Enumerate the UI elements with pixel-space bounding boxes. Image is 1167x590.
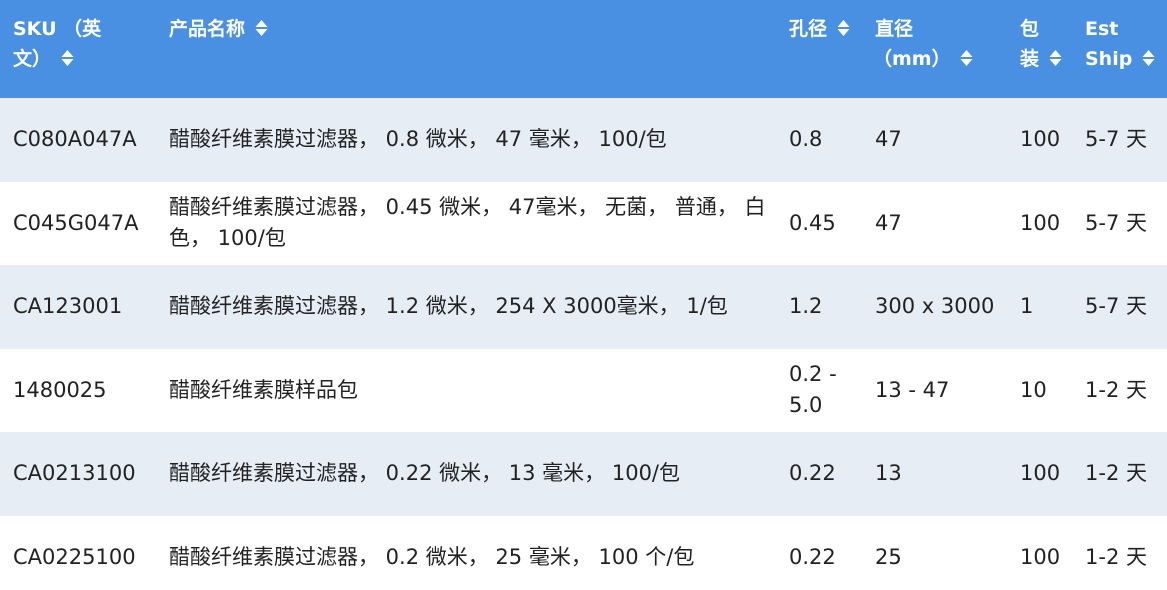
product-name-cell[interactable]: 醋酸纤维素膜过滤器， 0.22 微米， 13 毫米， 100/包 xyxy=(169,432,789,516)
est-ship-cell: 1-2 天 xyxy=(1085,377,1147,402)
table-row: CA123001 醋酸纤维素膜过滤器， 1.2 微米， 254 X 3000毫米… xyxy=(0,265,1167,349)
sort-up-down-icon[interactable] xyxy=(255,19,268,37)
diameter-cell: 47 xyxy=(875,210,902,235)
table-row: C080A047A 醋酸纤维素膜过滤器， 0.8 微米， 47 毫米， 100/… xyxy=(0,98,1167,182)
sort-up-down-icon[interactable] xyxy=(1142,49,1155,67)
est-ship-cell: 1-2 天 xyxy=(1085,544,1147,569)
pack-cell: 100 xyxy=(1020,544,1061,569)
sku-cell[interactable]: C045G047A xyxy=(0,182,169,266)
est-ship-cell: 5-7 天 xyxy=(1085,210,1147,235)
table-row: C045G047A 醋酸纤维素膜过滤器， 0.45 微米， 47毫米， 无菌， … xyxy=(0,181,1167,266)
sku-cell[interactable]: 1480025 xyxy=(0,349,169,433)
pore-size-cell: 0.22 xyxy=(789,461,836,486)
pack-cell: 10 xyxy=(1020,377,1047,402)
header-diameter[interactable]: 直径 （mm） xyxy=(873,0,1020,98)
table-header-row: SKU （英 文） 产品名称 孔径 直径 （mm） 包 装 Est Ship xyxy=(0,0,1167,98)
diameter-cell: 47 xyxy=(875,127,902,152)
header-pack-label-1: 包 xyxy=(1020,18,1040,40)
pack-cell: 100 xyxy=(1020,210,1061,235)
sku-cell[interactable]: C080A047A xyxy=(0,98,169,182)
pack-cell: 1 xyxy=(1020,294,1034,319)
est-ship-cell: 5-7 天 xyxy=(1085,294,1147,319)
header-est-ship-label-1: Est xyxy=(1085,18,1119,40)
header-sku-label-2: 文） xyxy=(13,48,52,70)
sku-cell[interactable]: CA0225100 xyxy=(0,516,169,590)
header-pore-size[interactable]: 孔径 xyxy=(789,0,875,98)
header-diameter-label-1: 直径 xyxy=(875,18,914,40)
header-est-ship[interactable]: Est Ship xyxy=(1085,0,1167,98)
header-product-name[interactable]: 产品名称 xyxy=(169,0,789,98)
header-pack[interactable]: 包 装 xyxy=(1020,0,1085,98)
est-ship-cell: 1-2 天 xyxy=(1085,461,1147,486)
sort-up-down-icon[interactable] xyxy=(61,49,74,67)
product-name-cell[interactable]: 醋酸纤维素膜过滤器， 0.45 微米， 47毫米， 无菌， 普通， 白色， 10… xyxy=(169,182,789,266)
header-diameter-label-2: （mm） xyxy=(873,48,951,70)
pore-size-cell: 0.22 xyxy=(789,544,836,569)
sku-cell[interactable]: CA0213100 xyxy=(0,432,169,516)
sort-up-down-icon[interactable] xyxy=(960,49,973,67)
pack-cell: 100 xyxy=(1020,127,1061,152)
pack-cell: 100 xyxy=(1020,461,1061,486)
header-sku-label-1: SKU （英 xyxy=(13,18,102,40)
product-name-cell[interactable]: 醋酸纤维素膜过滤器， 1.2 微米， 254 X 3000毫米， 1/包 xyxy=(169,265,789,349)
sort-up-down-icon[interactable] xyxy=(837,19,850,37)
pore-size-cell: 0.2 - 5.0 xyxy=(789,362,837,418)
diameter-cell: 300 x 3000 xyxy=(875,294,995,319)
header-pack-label-2: 装 xyxy=(1020,48,1040,70)
product-name-cell[interactable]: 醋酸纤维素膜过滤器， 0.2 微米， 25 毫米， 100 个/包 xyxy=(169,516,789,590)
header-product-name-label: 产品名称 xyxy=(169,18,246,40)
diameter-cell: 13 - 47 xyxy=(875,377,950,402)
diameter-cell: 25 xyxy=(875,544,902,569)
header-pore-size-label: 孔径 xyxy=(789,18,828,40)
product-name-cell[interactable]: 醋酸纤维素膜过滤器， 0.8 微米， 47 毫米， 100/包 xyxy=(169,98,789,182)
header-sku[interactable]: SKU （英 文） xyxy=(0,0,169,98)
diameter-cell: 13 xyxy=(875,461,902,486)
est-ship-cell: 5-7 天 xyxy=(1085,127,1147,152)
product-table: SKU （英 文） 产品名称 孔径 直径 （mm） 包 装 Est Ship C… xyxy=(0,0,1167,590)
table-row: 1480025 醋酸纤维素膜样品包 0.2 - 5.0 13 - 47 10 1… xyxy=(0,348,1167,433)
table-row: CA0225100 醋酸纤维素膜过滤器， 0.2 微米， 25 毫米， 100 … xyxy=(0,515,1167,590)
sku-cell[interactable]: CA123001 xyxy=(0,265,169,349)
header-est-ship-label-2: Ship xyxy=(1085,48,1133,70)
pore-size-cell: 0.8 xyxy=(789,127,823,152)
pore-size-cell: 1.2 xyxy=(789,294,823,319)
pore-size-cell: 0.45 xyxy=(789,210,836,235)
sort-up-down-icon[interactable] xyxy=(1049,49,1062,67)
table-row: CA0213100 醋酸纤维素膜过滤器， 0.22 微米， 13 毫米， 100… xyxy=(0,432,1167,516)
product-name-cell[interactable]: 醋酸纤维素膜样品包 xyxy=(169,349,789,433)
